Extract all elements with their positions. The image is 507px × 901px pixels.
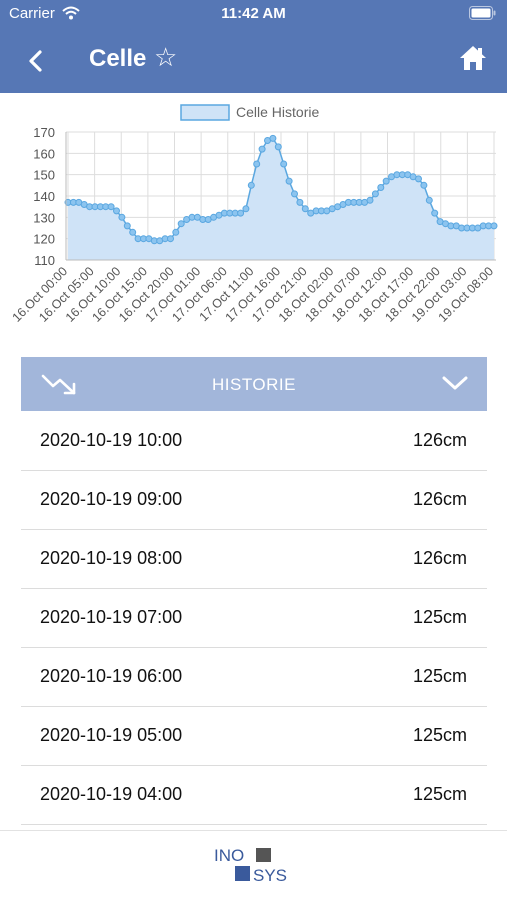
chevron-left-icon[interactable] bbox=[24, 46, 48, 76]
list-item[interactable]: 2020-10-19 04:00 125cm bbox=[21, 766, 487, 825]
data-point bbox=[118, 213, 126, 221]
data-point bbox=[113, 207, 120, 215]
data-point bbox=[285, 177, 293, 185]
list-item[interactable]: 2020-10-19 07:00 125cm bbox=[21, 589, 487, 648]
list-item[interactable]: 2020-10-19 06:00 125cm bbox=[21, 648, 487, 707]
y-tick-label: 150 bbox=[33, 168, 55, 183]
data-point bbox=[177, 220, 185, 228]
data-point bbox=[107, 203, 115, 211]
data-point bbox=[258, 145, 266, 153]
row-value: 125cm bbox=[412, 666, 467, 686]
row-datetime: 2020-10-19 08:00 bbox=[40, 548, 183, 568]
y-tick-label: 120 bbox=[33, 232, 55, 247]
data-point bbox=[253, 160, 261, 168]
list-item[interactable]: 2020-10-19 08:00 126cm bbox=[21, 530, 487, 589]
data-point bbox=[129, 228, 137, 236]
row-value: 125cm bbox=[412, 784, 467, 804]
status-bar: Carrier 11:42 AM bbox=[0, 0, 507, 28]
row-datetime: 2020-10-19 04:00 bbox=[40, 784, 183, 804]
y-tick-label: 110 bbox=[34, 253, 55, 268]
data-point bbox=[167, 235, 174, 243]
home-icon[interactable] bbox=[458, 44, 488, 72]
footer: INO SYS bbox=[0, 830, 507, 901]
historie-label: HISTORIE bbox=[212, 375, 296, 394]
star-icon[interactable]: ☆ bbox=[154, 42, 177, 73]
data-point bbox=[431, 209, 439, 217]
battery-icon bbox=[469, 6, 496, 20]
chevron-down-icon[interactable] bbox=[441, 374, 469, 392]
y-tick-label: 140 bbox=[33, 189, 55, 204]
data-point bbox=[280, 160, 288, 168]
data-point bbox=[291, 190, 298, 198]
row-datetime: 2020-10-19 10:00 bbox=[40, 430, 183, 450]
data-point bbox=[172, 228, 180, 236]
row-datetime: 2020-10-19 09:00 bbox=[40, 489, 183, 509]
y-tick-label: 130 bbox=[33, 210, 55, 225]
nav-bar: Celle ☆ bbox=[0, 28, 507, 93]
status-time: 11:42 AM bbox=[221, 5, 286, 22]
data-point bbox=[425, 196, 433, 204]
data-point bbox=[296, 198, 304, 206]
data-point bbox=[490, 222, 498, 230]
data-point bbox=[371, 190, 379, 198]
row-value: 126cm bbox=[412, 430, 467, 450]
row-datetime: 2020-10-19 06:00 bbox=[40, 666, 183, 686]
list-item[interactable]: 2020-10-19 05:00 125cm bbox=[21, 707, 487, 766]
page-title: Celle bbox=[89, 45, 147, 72]
list-item[interactable]: 2020-10-19 10:00 126cm bbox=[21, 412, 487, 471]
data-point bbox=[123, 222, 131, 230]
y-tick-label: 160 bbox=[33, 146, 55, 161]
row-value: 125cm bbox=[412, 725, 467, 745]
data-point bbox=[269, 134, 277, 142]
data-point bbox=[274, 143, 282, 151]
list-item[interactable]: 2020-10-19 09:00 126cm bbox=[21, 471, 487, 530]
row-value: 126cm bbox=[412, 548, 467, 568]
historie-header[interactable]: HISTORIE bbox=[21, 357, 487, 411]
inosys-logo: INO SYS bbox=[214, 846, 287, 885]
data-point bbox=[377, 184, 385, 191]
data-point bbox=[247, 181, 255, 189]
data-point bbox=[420, 181, 428, 189]
row-value: 125cm bbox=[412, 607, 467, 627]
svg-text:INO: INO bbox=[214, 846, 244, 865]
row-datetime: 2020-10-19 07:00 bbox=[40, 607, 183, 627]
data-point bbox=[301, 205, 309, 213]
data-point bbox=[415, 175, 422, 183]
row-datetime: 2020-10-19 05:00 bbox=[40, 725, 183, 745]
y-tick-label: 170 bbox=[33, 125, 55, 140]
legend-label: Celle Historie bbox=[236, 104, 319, 120]
data-point bbox=[242, 205, 250, 213]
chart: Celle Historie11012013014015016017016.Oc… bbox=[10, 104, 498, 325]
svg-text:SYS: SYS bbox=[253, 866, 287, 885]
history-list: 2020-10-19 10:00 126cm 2020-10-19 09:00 … bbox=[21, 412, 487, 825]
data-point bbox=[237, 209, 245, 217]
data-point bbox=[366, 196, 374, 204]
row-value: 126cm bbox=[412, 489, 467, 509]
data-point bbox=[382, 177, 390, 185]
legend-swatch bbox=[180, 104, 230, 121]
